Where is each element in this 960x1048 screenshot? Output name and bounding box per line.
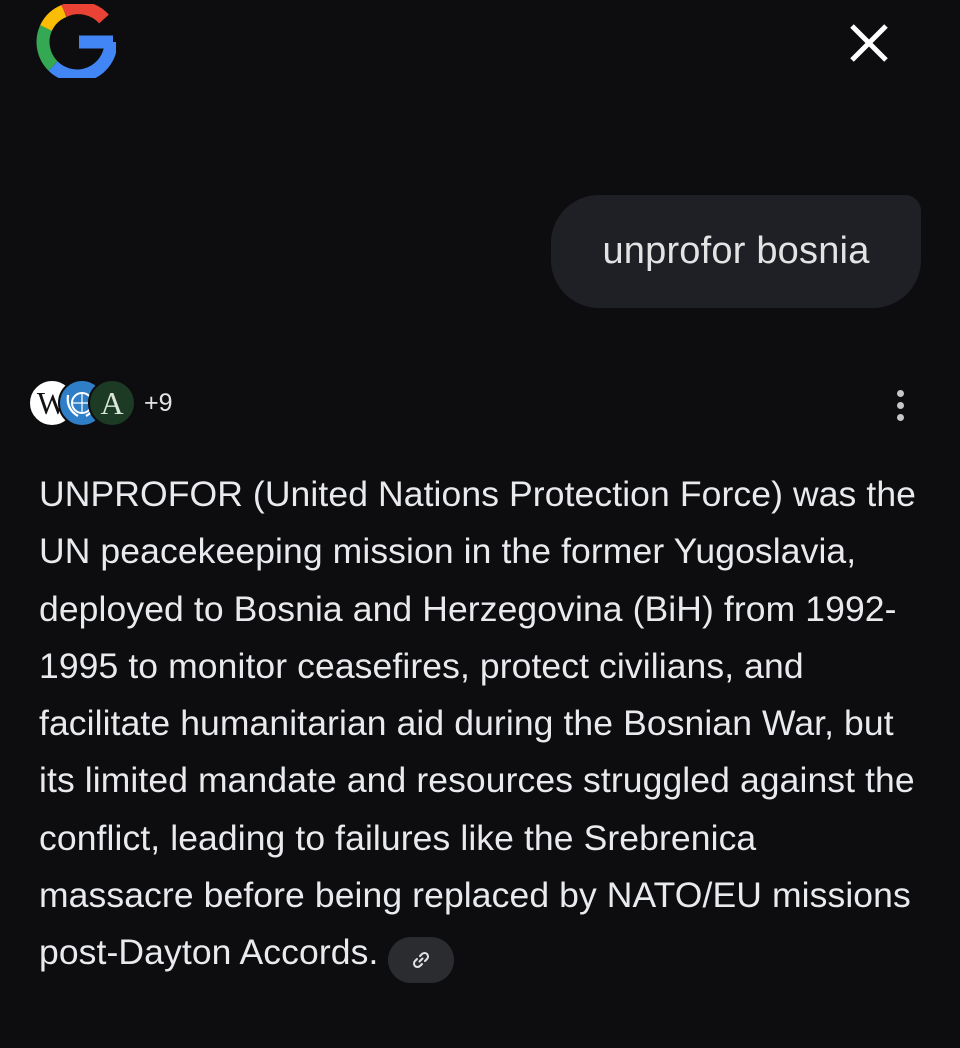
more-vert-icon <box>896 389 904 397</box>
more-vert-icon <box>896 401 904 409</box>
sources-stack[interactable]: W A +9 <box>28 377 173 429</box>
link-icon <box>413 952 430 969</box>
close-icon <box>850 24 888 62</box>
more-options-button[interactable] <box>880 382 920 428</box>
source-link-button[interactable] <box>388 937 455 984</box>
source-a-letter: A <box>100 385 124 421</box>
search-results-page: unprofor bosnia W A +9 UNPROFOR (United … <box>0 0 960 1048</box>
more-sources-count: +9 <box>144 388 173 417</box>
answer-text: UNPROFOR (United Nations Protection Forc… <box>39 474 917 973</box>
query-text: unprofor bosnia <box>602 230 870 272</box>
close-button[interactable] <box>834 10 904 76</box>
source-a-icon: A <box>88 379 136 427</box>
google-logo[interactable] <box>36 1 118 83</box>
query-bubble: unprofor bosnia <box>551 195 921 308</box>
google-g-icon <box>36 1 118 83</box>
more-vert-icon <box>896 413 904 421</box>
ai-answer: UNPROFOR (United Nations Protection Forc… <box>39 466 919 984</box>
